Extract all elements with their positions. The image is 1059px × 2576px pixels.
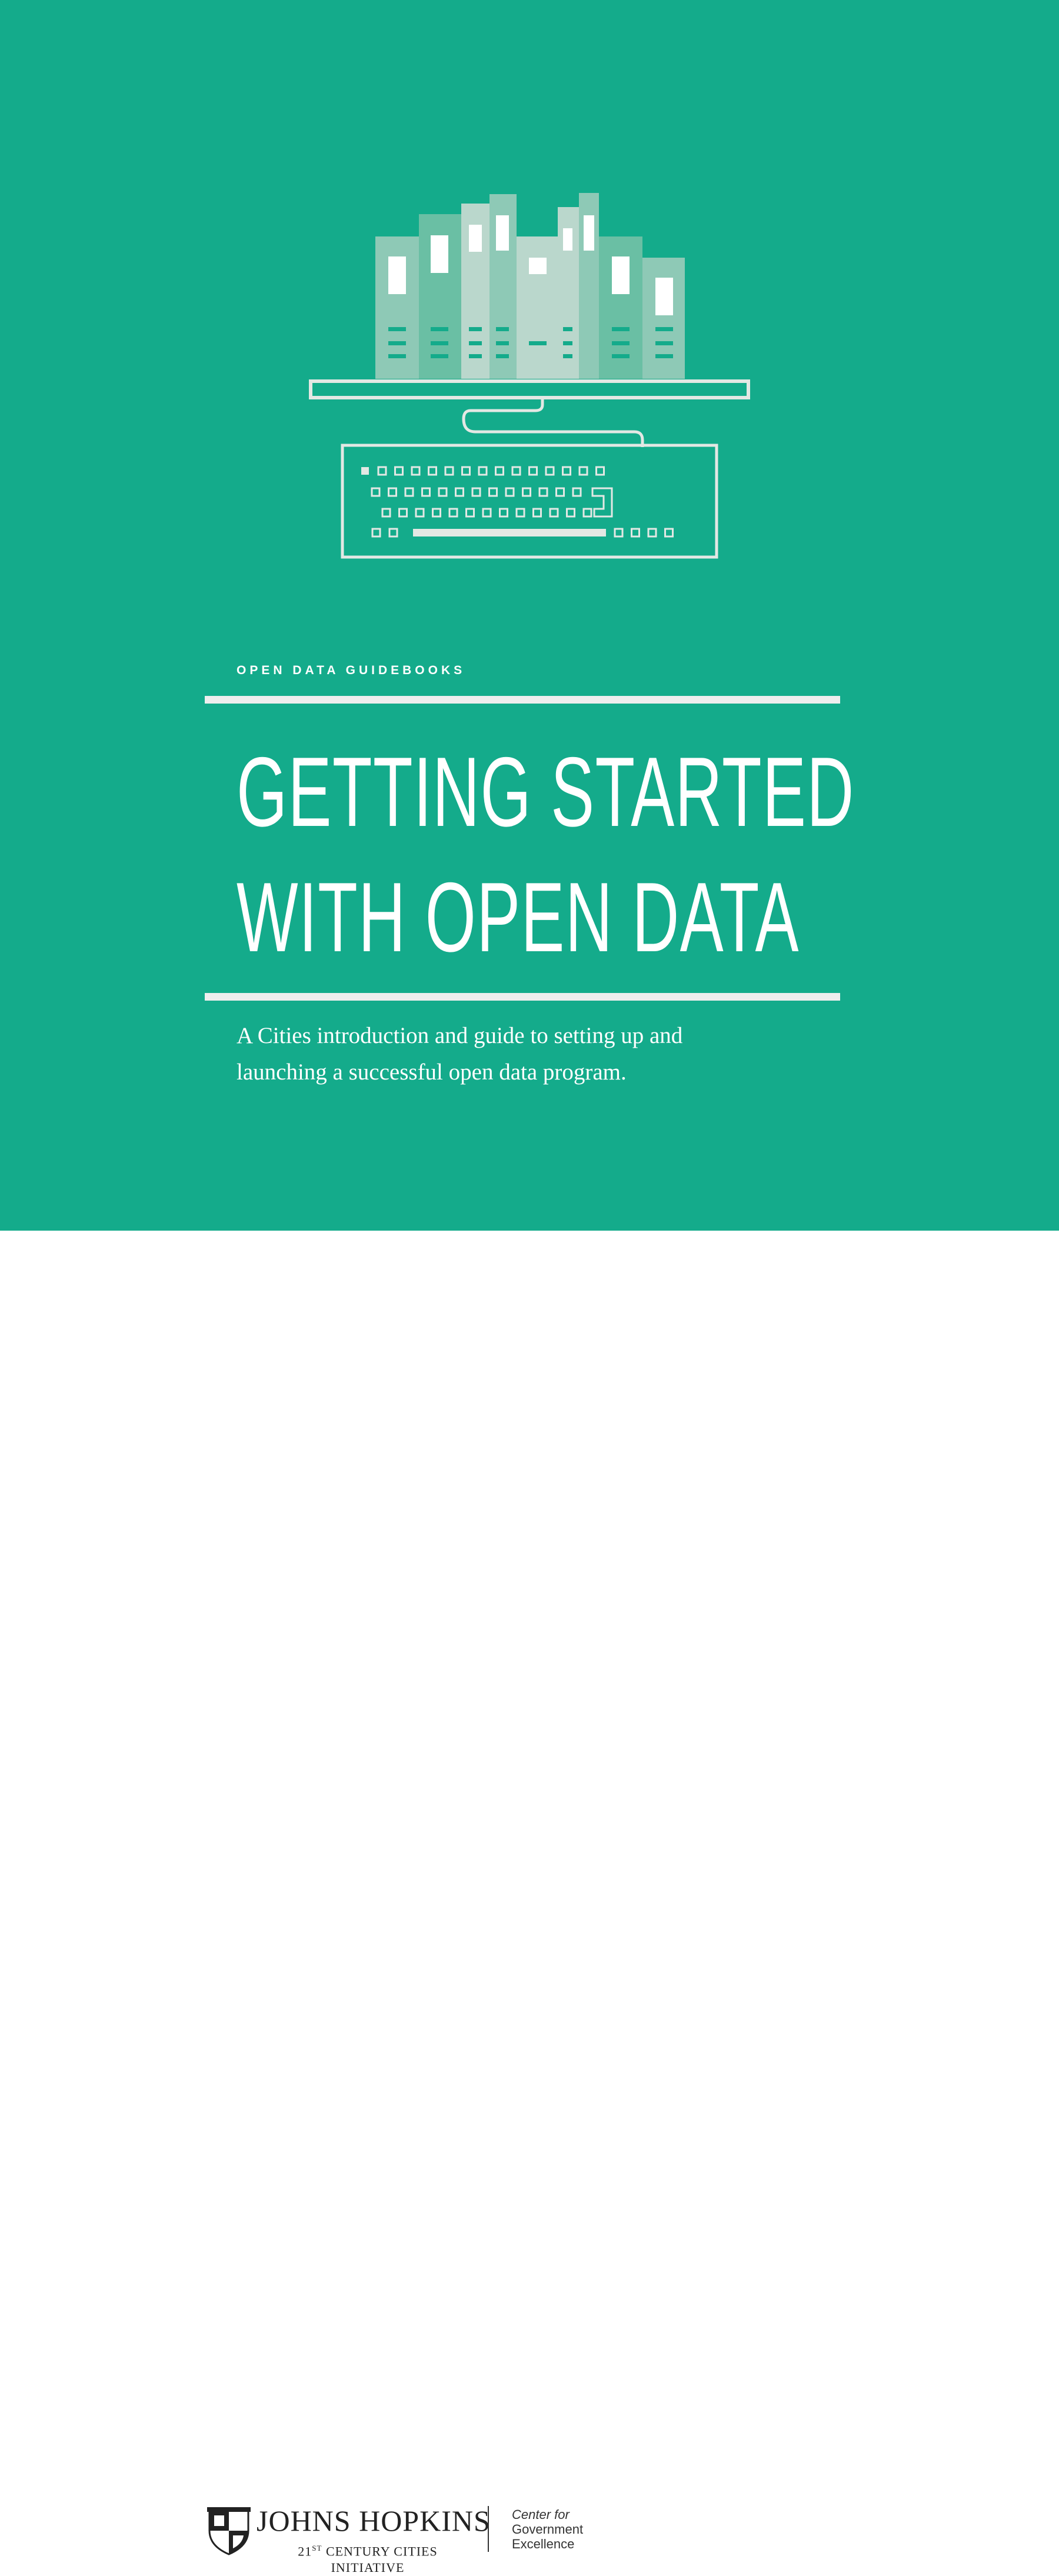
screen-bar xyxy=(309,379,750,399)
keyboard-cable xyxy=(462,398,644,447)
keyboard-key xyxy=(388,528,398,538)
footer: JOHNS HOPKINS 21ST CENTURY CITIES INITIA… xyxy=(0,1231,1059,2575)
keyboard-key xyxy=(455,487,464,497)
keyboard-key xyxy=(371,528,381,538)
keyboard-key xyxy=(377,466,387,476)
bottom-rule xyxy=(205,993,840,1001)
books-on-computer-keyboard-icon xyxy=(309,193,750,559)
keyboard-key xyxy=(371,487,381,497)
keyboard-key xyxy=(528,466,538,476)
jh-sub-number: 21 xyxy=(298,2544,312,2559)
keyboard-key xyxy=(488,487,498,497)
subtitle-line-2: launching a successful open data program… xyxy=(237,1059,627,1085)
keyboard-key xyxy=(478,466,488,476)
logo-divider xyxy=(488,2506,489,2552)
keyboard-key xyxy=(647,528,657,538)
keyboard-key xyxy=(566,508,575,518)
keyboard-key xyxy=(444,466,454,476)
keyboard-key xyxy=(549,508,559,518)
keyboard-key xyxy=(538,487,548,497)
keyboard-key xyxy=(614,528,624,538)
enter-key xyxy=(591,487,613,518)
keyboard-key xyxy=(495,466,504,476)
keyboard-key xyxy=(388,487,397,497)
keyboard-key xyxy=(404,487,414,497)
keyboard-key xyxy=(562,466,571,476)
cover-panel: OPEN DATA GUIDEBOOKS GETTING STARTED WIT… xyxy=(0,0,1059,1231)
jh-sub-sup: ST xyxy=(312,2544,322,2552)
top-rule xyxy=(205,696,840,704)
jh-sub-line1: CENTURY CITIES xyxy=(322,2544,438,2559)
keyboard-key xyxy=(411,466,421,476)
cge-line-1: Center for xyxy=(512,2507,570,2522)
cge-logo: Center for Government Excellence xyxy=(512,2507,583,2551)
jh-sub-line2: INITIATIVE xyxy=(331,2560,405,2575)
page-title: GETTING STARTED WITH OPEN DATA xyxy=(237,729,855,980)
subtitle: A Cities introduction and guide to setti… xyxy=(237,1018,825,1091)
keyboard-key xyxy=(361,467,369,475)
keyboard-key xyxy=(421,487,431,497)
keyboard-key xyxy=(471,487,481,497)
keyboard-key xyxy=(545,466,555,476)
title-line-1: GETTING STARTED xyxy=(237,737,855,847)
shield-icon xyxy=(207,2507,251,2555)
keyboard-key xyxy=(505,487,515,497)
keyboard-key xyxy=(465,508,475,518)
jh-logo-subtitle: 21ST CENTURY CITIES INITIATIVE xyxy=(257,2540,479,2576)
keyboard-key xyxy=(381,508,391,518)
keyboard-key xyxy=(595,466,605,476)
subtitle-line-1: A Cities introduction and guide to setti… xyxy=(237,1023,683,1048)
keyboard-key xyxy=(631,528,640,538)
keyboard-key xyxy=(499,508,508,518)
keyboard-key xyxy=(572,487,582,497)
book-spines xyxy=(375,193,685,379)
keyboard-key xyxy=(428,466,437,476)
keyboard-key xyxy=(482,508,492,518)
keyboard-key xyxy=(398,508,408,518)
spacebar xyxy=(413,529,606,536)
keyboard-key xyxy=(522,487,531,497)
keyboard-key xyxy=(415,508,425,518)
keyboard-key xyxy=(532,508,542,518)
cge-line-2: Government xyxy=(512,2522,584,2537)
keyboard-key xyxy=(432,508,441,518)
cge-line-3: Excellence xyxy=(512,2537,575,2551)
keyboard-key xyxy=(555,487,565,497)
keyboard-key xyxy=(448,508,458,518)
jh-logo-name: JOHNS HOPKINS xyxy=(257,2504,491,2537)
title-line-2: WITH OPEN DATA xyxy=(237,862,800,972)
keyboard-key xyxy=(582,508,592,518)
keyboard-key xyxy=(664,528,674,538)
keyboard-key xyxy=(511,466,521,476)
keyboard-keys xyxy=(361,466,674,538)
series-label: OPEN DATA GUIDEBOOKS xyxy=(237,664,466,677)
keyboard-key xyxy=(394,466,404,476)
keyboard-outline xyxy=(341,444,718,559)
keyboard-key xyxy=(438,487,448,497)
keyboard-key xyxy=(461,466,471,476)
keyboard-key xyxy=(578,466,588,476)
keyboard-key xyxy=(515,508,525,518)
